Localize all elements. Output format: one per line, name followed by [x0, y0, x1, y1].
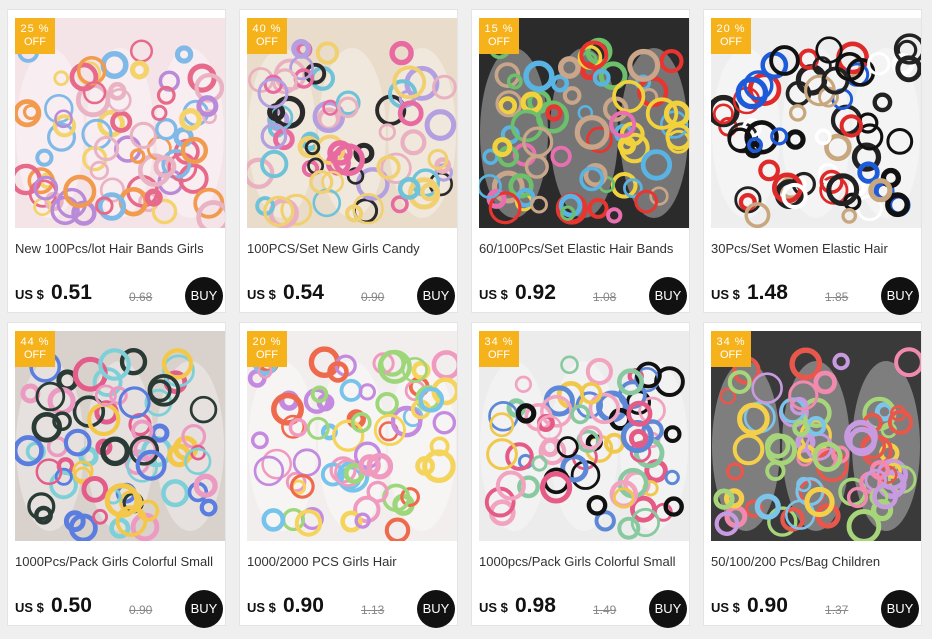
sale-price: 0.98 — [515, 594, 556, 617]
price-row: US $ 0.51 0.68 BUY — [15, 275, 225, 315]
product-title[interactable]: 100PCS/Set New Girls Candy — [247, 241, 457, 256]
price-row: US $ 0.90 1.37 BUY — [711, 588, 921, 628]
sale-price: 0.90 — [747, 594, 788, 617]
product-card[interactable]: 34 % OFF 50/100/200 Pcs/Bag Children US $ 0.… — [703, 322, 922, 628]
buy-button[interactable]: BUY — [417, 277, 455, 315]
discount-off-label: OFF — [256, 36, 278, 48]
product-image-frame[interactable]: 34 % OFF — [711, 331, 921, 541]
product-card[interactable]: 34 % OFF 1000pcs/Pack Girls Colorful Small… — [471, 322, 690, 628]
currency-label: US $ — [479, 600, 508, 615]
price-row: US $ 1.48 1.85 BUY — [711, 275, 921, 315]
product-title[interactable]: 60/100Pcs/Set Elastic Hair Bands — [479, 241, 689, 256]
product-card[interactable]: 25 % OFF New 100Pcs/lot Hair Bands Girls US… — [7, 9, 226, 315]
original-price: 1.37 — [825, 603, 849, 617]
price-row: US $ 0.54 0.90 BUY — [247, 275, 457, 315]
product-image-frame[interactable]: 25 % OFF — [15, 18, 225, 228]
original-price: 1.85 — [825, 290, 849, 304]
sale-price: 0.90 — [283, 594, 324, 617]
discount-percent: 44 % — [20, 336, 50, 348]
original-price: 1.08 — [593, 290, 617, 304]
product-image-frame[interactable]: 34 % OFF — [479, 331, 689, 541]
product-grid: 25 % OFF New 100Pcs/lot Hair Bands Girls US… — [0, 0, 932, 639]
product-title[interactable]: 1000Pcs/Pack Girls Colorful Small — [15, 554, 225, 569]
product-title[interactable]: 1000pcs/Pack Girls Colorful Small — [479, 554, 689, 569]
price-row: US $ 0.90 1.13 BUY — [247, 588, 457, 628]
original-price: 1.49 — [593, 603, 617, 617]
product-image-frame[interactable]: 44 % OFF — [15, 331, 225, 541]
price-row: US $ 0.92 1.08 BUY — [479, 275, 689, 315]
product-title[interactable]: 1000/2000 PCS Girls Hair — [247, 554, 457, 569]
product-image-frame[interactable]: 15 % OFF — [479, 18, 689, 228]
buy-button[interactable]: BUY — [417, 590, 455, 628]
sale-price: 0.92 — [515, 281, 556, 304]
product-image-frame[interactable]: 20 % OFF — [247, 331, 457, 541]
product-image-frame[interactable]: 40 % OFF — [247, 18, 457, 228]
product-title[interactable]: 30Pcs/Set Women Elastic Hair — [711, 241, 921, 256]
original-price: 1.13 — [361, 603, 385, 617]
sale-price: 0.51 — [51, 281, 92, 304]
currency-label: US $ — [711, 287, 740, 302]
discount-percent: 20 % — [716, 23, 746, 35]
currency-label: US $ — [15, 287, 44, 302]
product-card[interactable]: 40 % OFF 100PCS/Set New Girls Candy US $ 0.5… — [239, 9, 458, 315]
product-card[interactable]: 44 % OFF 1000Pcs/Pack Girls Colorful Small… — [7, 322, 226, 628]
original-price: 0.90 — [361, 290, 385, 304]
discount-off-label: OFF — [24, 36, 46, 48]
discount-percent: 20 % — [252, 336, 282, 348]
original-price: 0.68 — [129, 290, 153, 304]
product-title[interactable]: New 100Pcs/lot Hair Bands Girls — [15, 241, 225, 256]
discount-badge: 15 % OFF — [479, 18, 519, 54]
discount-percent: 15 % — [484, 23, 514, 35]
buy-button[interactable]: BUY — [649, 277, 687, 315]
discount-badge: 34 % OFF — [479, 331, 519, 367]
discount-percent: 40 % — [252, 23, 282, 35]
price-row: US $ 0.98 1.49 BUY — [479, 588, 689, 628]
buy-button[interactable]: BUY — [649, 590, 687, 628]
buy-button[interactable]: BUY — [185, 277, 223, 315]
product-image-frame[interactable]: 20 % OFF — [711, 18, 921, 228]
discount-badge: 44 % OFF — [15, 331, 55, 367]
price-row: US $ 0.50 0.90 BUY — [15, 588, 225, 628]
discount-percent: 34 % — [484, 336, 514, 348]
discount-off-label: OFF — [24, 349, 46, 361]
buy-button[interactable]: BUY — [881, 590, 919, 628]
discount-percent: 25 % — [20, 23, 50, 35]
buy-button[interactable]: BUY — [185, 590, 223, 628]
product-card[interactable]: 20 % OFF 1000/2000 PCS Girls Hair US $ 0.90 1… — [239, 322, 458, 628]
currency-label: US $ — [247, 600, 276, 615]
discount-off-label: OFF — [720, 36, 742, 48]
product-card[interactable]: 15 % OFF 60/100Pcs/Set Elastic Hair Bands U… — [471, 9, 690, 315]
sale-price: 0.54 — [283, 281, 324, 304]
discount-badge: 20 % OFF — [711, 18, 751, 54]
sale-price: 0.50 — [51, 594, 92, 617]
currency-label: US $ — [15, 600, 44, 615]
sale-price: 1.48 — [747, 281, 788, 304]
product-title[interactable]: 50/100/200 Pcs/Bag Children — [711, 554, 921, 569]
product-card[interactable]: 20 % OFF 30Pcs/Set Women Elastic Hair US $ 1… — [703, 9, 922, 315]
discount-percent: 34 % — [716, 336, 746, 348]
discount-off-label: OFF — [488, 349, 510, 361]
discount-badge: 25 % OFF — [15, 18, 55, 54]
buy-button[interactable]: BUY — [881, 277, 919, 315]
currency-label: US $ — [247, 287, 276, 302]
discount-off-label: OFF — [720, 349, 742, 361]
currency-label: US $ — [711, 600, 740, 615]
discount-off-label: OFF — [488, 36, 510, 48]
currency-label: US $ — [479, 287, 508, 302]
discount-badge: 40 % OFF — [247, 18, 287, 54]
discount-off-label: OFF — [256, 349, 278, 361]
discount-badge: 34 % OFF — [711, 331, 751, 367]
discount-badge: 20 % OFF — [247, 331, 287, 367]
original-price: 0.90 — [129, 603, 153, 617]
